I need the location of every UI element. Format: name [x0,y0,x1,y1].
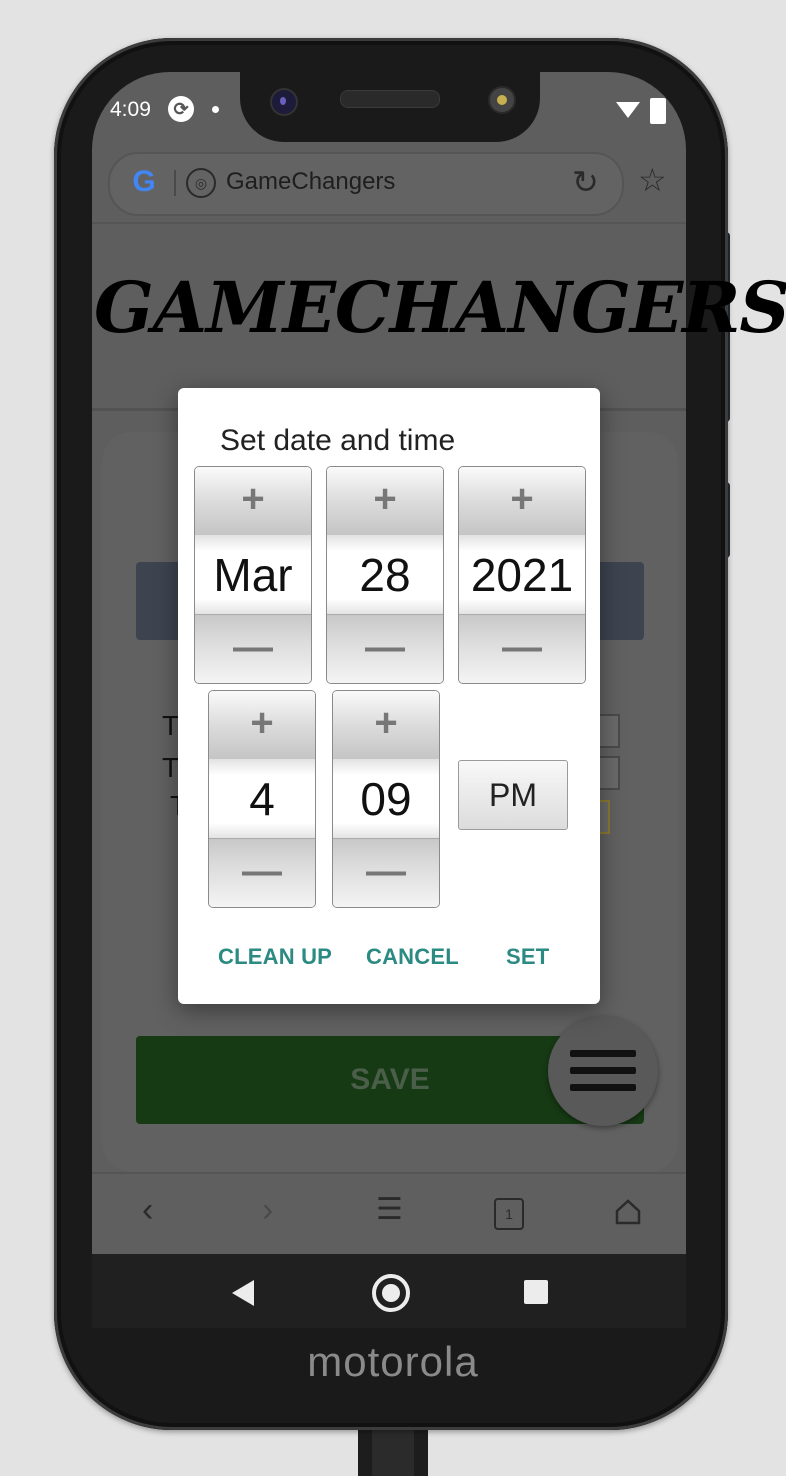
home-icon[interactable] [614,1198,642,1226]
wifi-icon [616,102,640,118]
day-decrement-button[interactable]: — [327,614,443,683]
menu-fab-button[interactable] [548,1016,658,1126]
bg-input-field[interactable] [598,756,620,790]
year-value[interactable]: 2021 [459,535,585,615]
hour-value[interactable]: 4 [209,759,315,839]
month-value[interactable]: Mar [195,535,311,615]
day-increment-button[interactable]: + [327,467,443,536]
nav-back-icon[interactable] [232,1280,254,1306]
bg-field-label: T [162,710,180,741]
minute-decrement-button[interactable]: — [333,838,439,907]
hamburger-line [570,1067,636,1074]
clean-up-button[interactable]: CLEAN UP [218,944,332,970]
year-spinner: + 2021 — [458,466,586,684]
nav-recents-icon[interactable] [524,1280,548,1304]
day-value[interactable]: 28 [327,535,443,615]
ampm-toggle-button[interactable]: PM [458,760,568,830]
month-increment-button[interactable]: + [195,467,311,536]
month-decrement-button[interactable]: — [195,614,311,683]
toolbar-divider [92,222,686,224]
front-camera-icon [270,88,298,116]
hour-increment-button[interactable]: + [209,691,315,760]
back-arrow-icon[interactable]: ‹ [142,1190,153,1230]
google-icon[interactable]: G [128,166,160,198]
minute-increment-button[interactable]: + [333,691,439,760]
bg-field-label: T [162,752,180,783]
hamburger-line [570,1084,636,1091]
nav-home-icon[interactable] [372,1274,410,1312]
sensor-icon [488,86,516,114]
hour-decrement-button[interactable]: — [209,838,315,907]
menu-icon[interactable]: ☰ [376,1190,403,1230]
month-spinner: + Mar — [194,466,312,684]
forward-arrow-icon[interactable]: › [262,1190,273,1230]
hour-spinner: + 4 — [208,690,316,908]
brand-logo: motorola [307,1338,479,1385]
day-spinner: + 28 — [326,466,444,684]
reload-icon[interactable]: ↻ [572,166,599,198]
year-increment-button[interactable]: + [459,467,585,536]
tabs-icon[interactable]: 1 [494,1198,524,1230]
minute-value[interactable]: 09 [333,759,439,839]
set-button[interactable]: SET [506,944,549,970]
speaker-grille [340,90,440,108]
hamburger-line [570,1050,636,1057]
year-decrement-button[interactable]: — [459,614,585,683]
minute-spinner: + 09 — [332,690,440,908]
address-divider [174,170,176,196]
status-time: 4:09 [110,98,151,121]
sync-icon: ⟳ [168,96,194,122]
battery-icon [650,98,666,124]
site-title: GAMECHANGERS [94,266,786,349]
bg-input-field[interactable] [598,714,620,748]
dialog-title: Set date and time [220,424,456,457]
site-info-icon[interactable]: ◎ [186,168,216,198]
url-text[interactable]: GameChangers [226,168,395,196]
notification-dot-icon [212,106,219,113]
cancel-button[interactable]: CANCEL [366,944,459,970]
bookmark-star-icon[interactable]: ☆ [638,164,667,196]
